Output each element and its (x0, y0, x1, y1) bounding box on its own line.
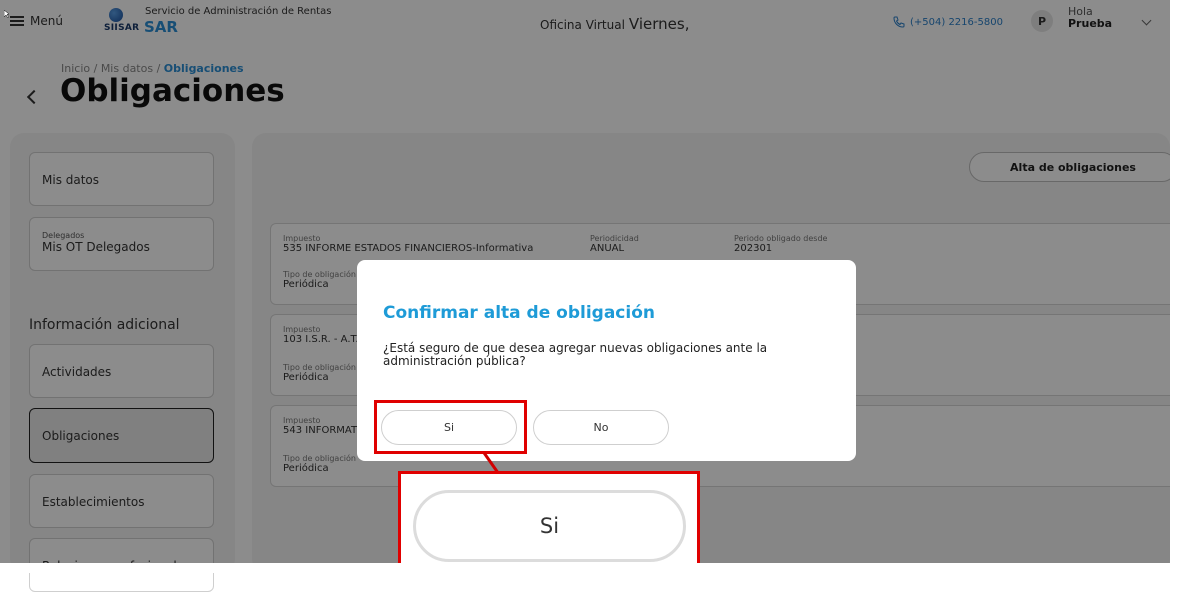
dialog-message: ¿Está seguro de que desea agregar nuevas… (383, 341, 768, 368)
page: Menú SIISAR Servicio de Administración d… (0, 0, 1177, 592)
no-button[interactable]: No (533, 410, 669, 445)
bottom-margin (0, 563, 1177, 573)
zoomed-yes-button: Si (413, 490, 686, 562)
right-margin (1170, 0, 1177, 573)
highlight-box (374, 400, 527, 454)
cursor-icon (4, 10, 9, 18)
dialog-title: Confirmar alta de obligación (383, 303, 655, 323)
zoom-callout: Si (398, 471, 700, 573)
